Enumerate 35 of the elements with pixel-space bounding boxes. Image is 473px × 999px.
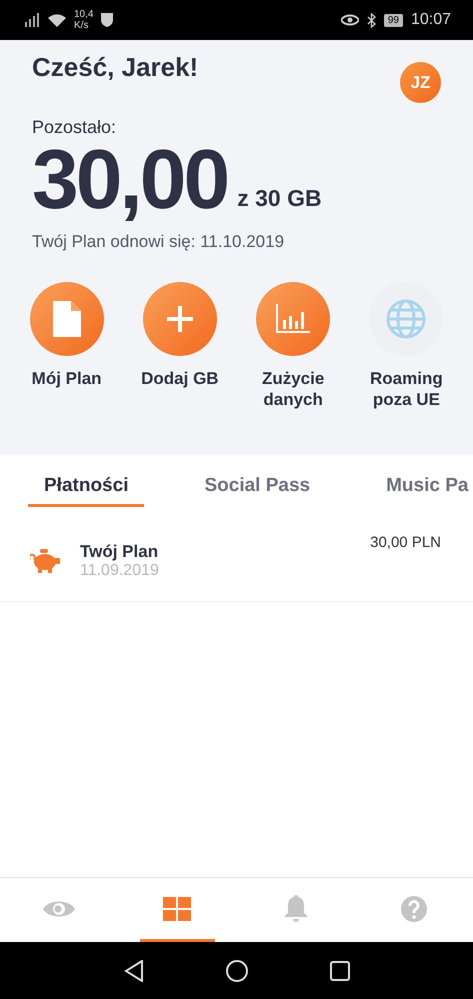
data-total: z 30 GB <box>237 185 322 212</box>
piggy-bank-icon <box>30 548 60 572</box>
eye-icon <box>340 14 359 26</box>
back-button[interactable] <box>124 960 144 982</box>
bar-chart-icon <box>276 304 310 334</box>
wifi-icon <box>48 13 66 27</box>
plus-icon <box>166 306 193 332</box>
bell-icon <box>284 894 308 922</box>
payment-row[interactable]: Twój Plan 11.09.2019 30,00 PLN <box>0 520 473 602</box>
network-speed-value: 10,4 <box>74 9 94 20</box>
recents-button[interactable] <box>330 960 350 980</box>
payment-title: Twój Plan <box>80 542 160 562</box>
grid-icon <box>163 896 192 920</box>
shortcut-button[interactable]: Zużycie danych <box>236 282 350 410</box>
bluetooth-icon <box>366 12 376 28</box>
signal-icon <box>24 13 40 27</box>
renewal-date: Twój Plan odnowi się: 11.10.2019 <box>32 232 286 252</box>
payment-amount: 30,00 PLN <box>370 534 441 551</box>
tab[interactable]: Music Pa <box>370 475 473 507</box>
tab[interactable]: Płatności <box>28 475 144 507</box>
network-speed-unit: K/s <box>74 20 90 31</box>
shortcut-button[interactable]: Mój Plan <box>10 282 124 410</box>
payment-date: 11.09.2019 <box>80 562 160 580</box>
battery-level: 99 <box>384 14 403 26</box>
tab[interactable]: Social Pass <box>188 475 326 507</box>
home-button[interactable] <box>226 960 248 982</box>
eye-icon <box>43 898 76 918</box>
shield-icon <box>101 13 114 27</box>
clock-time: 10:07 <box>410 11 451 29</box>
help-icon <box>400 896 427 922</box>
greeting-title: Cześć, Jarek! <box>32 52 198 83</box>
globe-icon <box>386 299 426 339</box>
document-icon <box>52 301 81 337</box>
shortcut-button[interactable]: Dodaj GB <box>123 282 236 410</box>
shortcut-button[interactable]: Roaming poza UE <box>350 282 463 410</box>
